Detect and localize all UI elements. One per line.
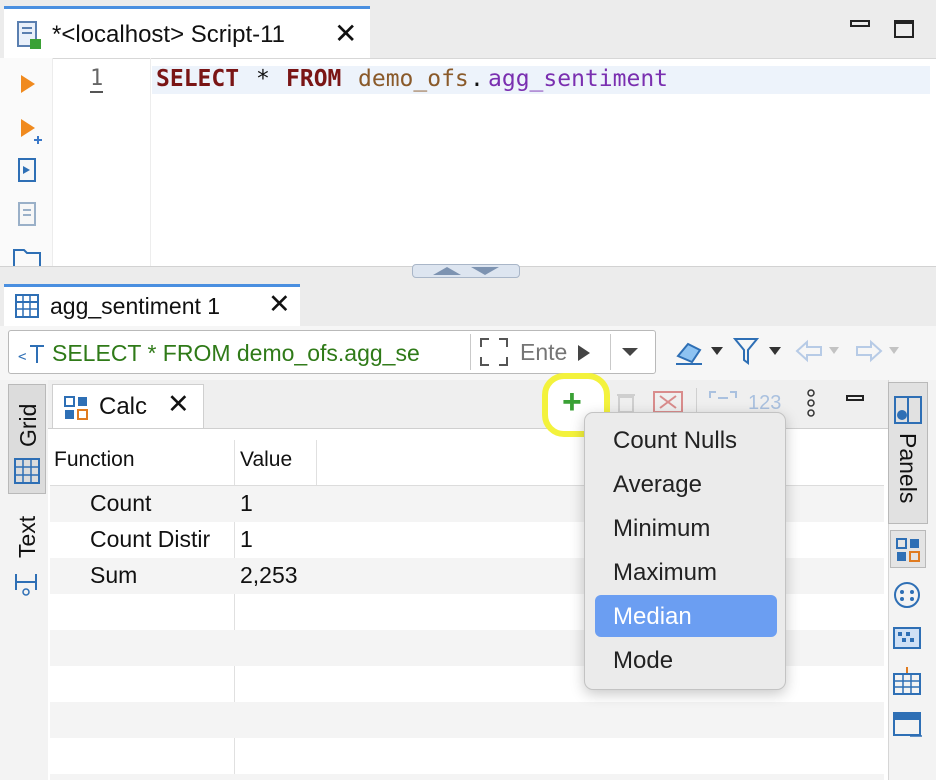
results-tab[interactable]: agg_sentiment 1 ✕	[4, 284, 300, 326]
sql-schema: demo_ofs	[358, 66, 469, 92]
value-viewer-icon[interactable]	[892, 710, 924, 740]
minimize-icon[interactable]	[846, 395, 864, 401]
sql-table: agg_sentiment	[488, 66, 669, 92]
column-header-value[interactable]: Value	[240, 448, 292, 472]
delete-icon[interactable]	[614, 390, 638, 414]
chevron-down-icon[interactable]	[710, 346, 724, 356]
execute-script-icon[interactable]	[18, 116, 44, 146]
chevron-down-icon[interactable]	[828, 346, 840, 355]
sql-filter-icon: <	[18, 345, 44, 365]
empty-row	[50, 774, 884, 780]
collapse-arrows-icon	[433, 267, 499, 275]
editor-action-gutter	[0, 58, 53, 268]
script-icon	[17, 21, 41, 49]
svg-text:<: <	[18, 349, 26, 365]
open-folder-icon[interactable]	[12, 246, 42, 268]
tab-text-label: Text	[14, 515, 40, 558]
filter-icon[interactable]	[732, 336, 760, 366]
filter-history-dropdown-icon[interactable]	[620, 346, 640, 358]
line-number: 1	[90, 66, 104, 93]
eraser-icon[interactable]	[672, 336, 708, 368]
text-view-icon	[15, 574, 37, 596]
close-icon[interactable]: ✕	[334, 17, 357, 50]
grid-icon	[14, 458, 40, 484]
chevron-down-icon[interactable]	[768, 346, 782, 356]
explain-plan-icon[interactable]	[14, 156, 40, 186]
calculator-icon	[64, 396, 88, 420]
value-cell: 2,253	[240, 562, 298, 588]
tab-grid-label: Grid	[15, 403, 41, 447]
sql-keyword-select: SELECT	[156, 66, 240, 92]
script-tab[interactable]: *<localhost> Script-11 ✕	[4, 6, 370, 58]
menu-item-count-nulls[interactable]: Count Nulls	[595, 419, 777, 461]
forward-arrow-icon[interactable]	[854, 338, 884, 364]
metadata-icon[interactable]	[892, 580, 922, 610]
menu-item-minimum[interactable]: Minimum	[595, 507, 777, 549]
group-by-icon[interactable]	[708, 390, 738, 414]
minimize-icon[interactable]	[850, 20, 870, 27]
tab-text[interactable]: Text	[8, 506, 46, 606]
maximize-icon[interactable]	[894, 20, 914, 38]
sql-dot: .	[470, 66, 484, 92]
menu-item-median[interactable]: Median	[595, 595, 777, 637]
expand-icon[interactable]	[478, 336, 510, 368]
menu-item-maximum[interactable]: Maximum	[595, 551, 777, 593]
function-cell: Count	[90, 490, 152, 516]
splitter-handle[interactable]	[412, 264, 520, 278]
column-header-function[interactable]: Function	[54, 448, 135, 472]
chevron-down-icon[interactable]	[888, 346, 900, 355]
function-cell: Count Distir	[90, 526, 211, 552]
filter-query-text[interactable]: SELECT * FROM demo_ofs.agg_se	[52, 340, 464, 367]
sql-star: *	[256, 66, 270, 92]
more-vertical-icon[interactable]	[804, 388, 818, 418]
function-cell: Sum	[90, 562, 138, 588]
calculator-icon	[896, 538, 920, 562]
back-arrow-icon[interactable]	[794, 338, 824, 364]
divider	[610, 334, 611, 370]
execute-statement-icon[interactable]	[18, 72, 38, 96]
tab-calc[interactable]: Calc ✕	[52, 384, 204, 428]
tab-panels[interactable]: Panels	[888, 382, 928, 524]
filter-input[interactable]	[520, 338, 568, 366]
tab-grid[interactable]: Grid	[8, 384, 46, 494]
empty-row	[50, 702, 884, 738]
close-icon[interactable]: ✕	[268, 289, 291, 320]
grouping-icon[interactable]	[892, 624, 922, 650]
pivot-icon[interactable]	[892, 666, 922, 696]
sql-keyword-from: FROM	[286, 66, 342, 92]
script-tab-title: *<localhost> Script-11	[52, 21, 286, 48]
menu-item-mode[interactable]: Mode	[595, 639, 777, 681]
calc-tab-title: Calc	[99, 393, 148, 420]
panels-icon	[894, 396, 922, 424]
close-icon[interactable]: ✕	[167, 389, 190, 420]
menu-item-average[interactable]: Average	[595, 463, 777, 505]
divider	[470, 334, 471, 370]
line-number-ruler: 1	[78, 58, 151, 268]
value-cell: 1	[240, 526, 253, 552]
tab-panels-label: Panels	[895, 433, 921, 504]
column-separator	[316, 440, 317, 486]
empty-row	[50, 738, 884, 774]
sql-editor-line[interactable]: SELECT * FROM demo_ofs . agg_sentiment	[152, 66, 930, 94]
calc-panel-toggle[interactable]	[890, 530, 926, 568]
results-tab-title: agg_sentiment 1	[50, 293, 221, 319]
table-icon	[15, 294, 39, 318]
value-cell: 1	[240, 490, 253, 516]
load-script-icon[interactable]	[14, 200, 40, 230]
plus-icon: +	[562, 383, 582, 421]
apply-filter-icon[interactable]	[574, 342, 594, 364]
divider	[696, 388, 697, 414]
clear-all-icon[interactable]	[652, 390, 684, 414]
add-function-menu: Count Nulls Average Minimum Maximum Medi…	[584, 412, 786, 690]
